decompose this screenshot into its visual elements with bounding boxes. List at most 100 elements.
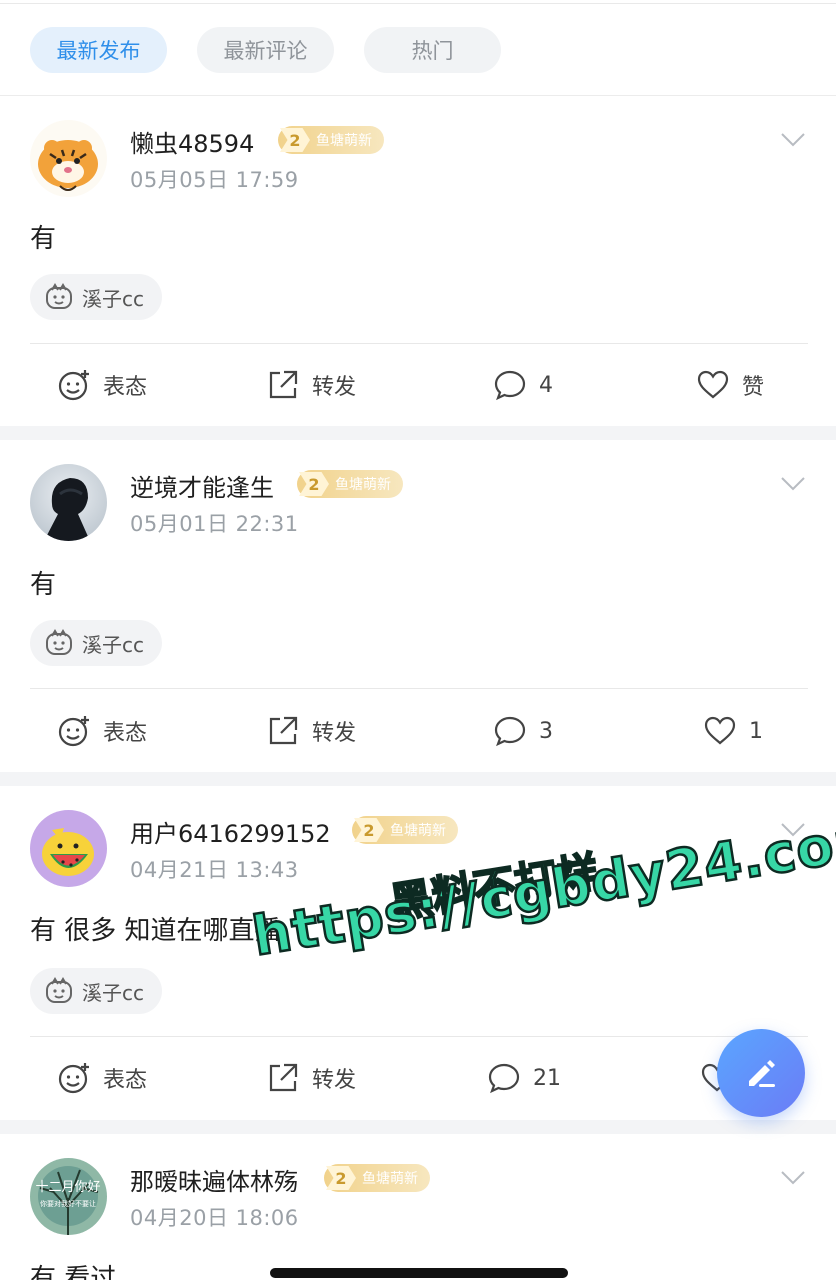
share-icon xyxy=(269,1063,298,1092)
post-actions: 表态 转发 21 xyxy=(0,1048,836,1108)
avatar-text-line2: 你要对我好不要让 xyxy=(40,1199,96,1208)
topic-tag[interactable]: 溪子cc xyxy=(30,274,162,320)
topic-label: 溪子cc xyxy=(82,632,144,657)
comment-button[interactable]: 3 xyxy=(493,701,553,761)
post-separator xyxy=(0,1120,836,1134)
emoji-add-icon xyxy=(58,716,89,747)
react-label: 表态 xyxy=(103,1068,148,1093)
avatar-text-line1: 十二月你好 xyxy=(35,1180,100,1195)
like-button[interactable]: 1 xyxy=(703,701,763,761)
share-icon xyxy=(269,716,298,745)
like-button[interactable]: 赞 xyxy=(696,355,764,415)
share-label: 转发 xyxy=(312,1068,357,1093)
level-badge: 2 鱼塘萌新 xyxy=(324,1164,430,1192)
like-label: 赞 xyxy=(742,375,765,400)
badge-text: 鱼塘萌新 xyxy=(316,133,372,149)
level-badge: 2 鱼塘萌新 xyxy=(352,816,458,844)
post-divider xyxy=(30,688,808,689)
duck-avatar-image xyxy=(30,810,107,887)
level-badge: 2 鱼塘萌新 xyxy=(297,470,403,498)
emoji-add-icon xyxy=(58,1063,89,1094)
badge-level-number: 2 xyxy=(280,128,310,152)
username[interactable]: 逆境才能逢生 xyxy=(130,468,274,503)
feed-page: 最新发布 最新评论 热门 懒虫48594 2 鱼塘萌新 05月05日 17:59… xyxy=(0,0,836,1280)
comment-count: 21 xyxy=(533,1065,561,1091)
post-actions: 表态 转发 3 1 xyxy=(0,701,836,761)
topic-label: 溪子cc xyxy=(82,286,144,311)
avatar[interactable] xyxy=(30,120,107,197)
post-divider xyxy=(30,343,808,344)
comment-bubble-icon xyxy=(488,1063,520,1094)
avatar[interactable] xyxy=(30,464,107,541)
react-button[interactable]: 表态 xyxy=(57,355,147,415)
avatar[interactable] xyxy=(30,810,107,887)
chevron-down-icon[interactable] xyxy=(780,132,806,148)
post-time: 05月05日 17:59 xyxy=(130,168,299,192)
post-actions: 表态 转发 4 赞 xyxy=(0,355,836,415)
avatar[interactable]: 十二月你好 你要对我好不要让 xyxy=(30,1158,107,1235)
heart-icon xyxy=(704,716,736,745)
react-label: 表态 xyxy=(103,375,148,400)
comment-count: 3 xyxy=(539,718,553,744)
post-content: 有 xyxy=(30,570,57,600)
level-badge: 2 鱼塘萌新 xyxy=(278,126,384,154)
share-button[interactable]: 转发 xyxy=(266,355,356,415)
post-time: 04月21日 13:43 xyxy=(130,858,299,882)
feed-tabs: 最新发布 最新评论 热门 xyxy=(30,27,501,73)
topic-tag[interactable]: 溪子cc xyxy=(30,968,162,1014)
post-divider xyxy=(30,1036,808,1037)
post-content: 有 xyxy=(30,224,57,254)
username[interactable]: 懒虫48594 xyxy=(130,124,254,159)
comment-count: 4 xyxy=(539,372,553,398)
share-button[interactable]: 转发 xyxy=(266,701,356,761)
badge-level-number: 2 xyxy=(354,818,384,842)
like-count: 1 xyxy=(749,718,763,744)
post-time: 05月01日 22:31 xyxy=(130,512,299,536)
comment-bubble-icon xyxy=(494,716,526,747)
topic-tag[interactable]: 溪子cc xyxy=(30,620,162,666)
share-icon xyxy=(269,370,298,399)
react-button[interactable]: 表态 xyxy=(57,1048,147,1108)
tab-latest-posts[interactable]: 最新发布 xyxy=(30,27,167,73)
post-card: 懒虫48594 2 鱼塘萌新 05月05日 17:59 有 溪子cc 表态 转发… xyxy=(0,96,836,426)
heart-icon xyxy=(697,370,729,399)
share-button[interactable]: 转发 xyxy=(266,1048,356,1108)
share-label: 转发 xyxy=(312,721,357,746)
post-time: 04月20日 18:06 xyxy=(130,1206,299,1230)
post-card: 逆境才能逢生 2 鱼塘萌新 05月01日 22:31 有 溪子cc 表态 转发 … xyxy=(0,440,836,772)
react-label: 表态 xyxy=(103,721,148,746)
dark-avatar-image xyxy=(30,464,107,541)
topic-face-icon xyxy=(46,629,72,655)
tab-hot[interactable]: 热门 xyxy=(364,27,501,73)
home-indicator[interactable] xyxy=(270,1268,568,1278)
topic-face-icon xyxy=(46,283,72,309)
topic-face-icon xyxy=(46,977,72,1003)
badge-text: 鱼塘萌新 xyxy=(390,823,446,839)
pen-edit-icon xyxy=(749,1060,775,1087)
badge-text: 鱼塘萌新 xyxy=(335,477,391,493)
post-separator xyxy=(0,772,836,786)
tab-latest-comments[interactable]: 最新评论 xyxy=(197,27,334,73)
chevron-down-icon[interactable] xyxy=(780,476,806,492)
comment-bubble-icon xyxy=(494,370,526,401)
comment-button[interactable]: 4 xyxy=(493,355,553,415)
username[interactable]: 那暧昧遍体林殇 xyxy=(130,1162,298,1197)
chevron-down-icon[interactable] xyxy=(780,1170,806,1186)
emoji-add-icon xyxy=(58,370,89,401)
topic-label: 溪子cc xyxy=(82,980,144,1005)
post-content: 有 看过 xyxy=(30,1264,117,1280)
tree-avatar-image: 十二月你好 你要对我好不要让 xyxy=(30,1158,107,1235)
badge-level-number: 2 xyxy=(299,472,329,496)
compose-button[interactable] xyxy=(717,1029,805,1117)
react-button[interactable]: 表态 xyxy=(57,701,147,761)
badge-text: 鱼塘萌新 xyxy=(362,1171,418,1187)
tiger-avatar-image xyxy=(30,120,107,197)
username[interactable]: 用户6416299152 xyxy=(130,814,331,849)
post-card: 十二月你好 你要对我好不要让 那暧昧遍体林殇 2 鱼塘萌新 04月20日 18:… xyxy=(0,1134,836,1280)
share-label: 转发 xyxy=(312,375,357,400)
badge-level-number: 2 xyxy=(326,1166,356,1190)
comment-button[interactable]: 21 xyxy=(487,1048,561,1108)
post-content: 有 很多 知道在哪直播 xyxy=(30,916,281,946)
top-edge xyxy=(0,0,836,4)
post-separator xyxy=(0,426,836,440)
